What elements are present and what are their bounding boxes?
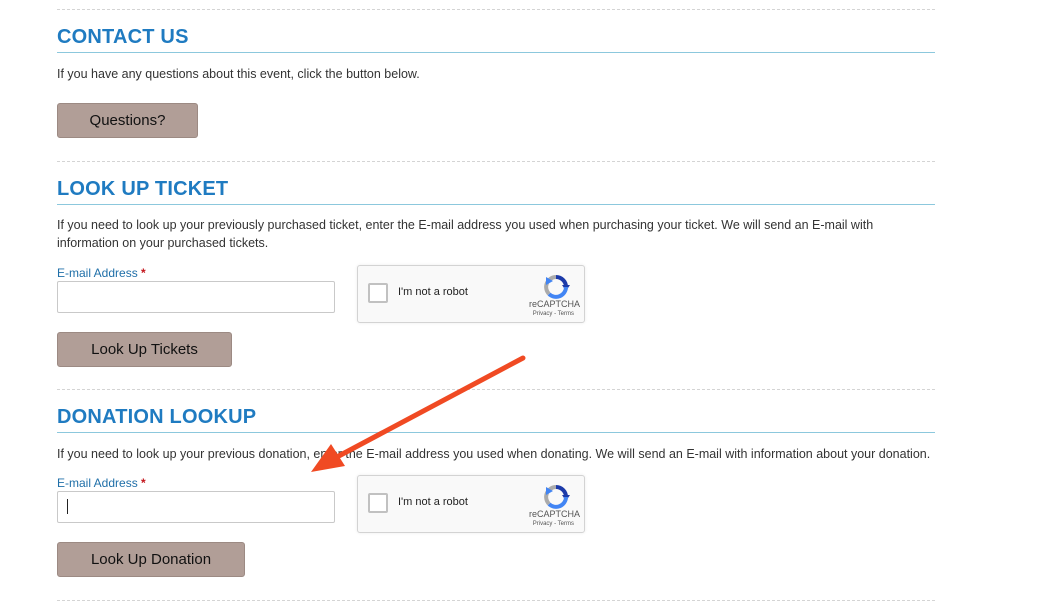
look-up-tickets-button[interactable]: Look Up Tickets: [57, 332, 232, 367]
recaptcha-checkbox[interactable]: [368, 493, 388, 513]
recaptcha-terms-link[interactable]: Privacy - Terms: [533, 521, 574, 527]
recaptcha-logo-icon: [544, 275, 570, 299]
section-divider: [57, 9, 935, 10]
required-marker: *: [141, 266, 146, 280]
contact-heading: CONTACT US: [57, 26, 935, 53]
recaptcha-label: I'm not a robot: [398, 496, 468, 508]
recaptcha-brand: reCAPTCHA: [528, 299, 580, 309]
recaptcha-label: I'm not a robot: [398, 286, 468, 298]
ticket-email-label: E-mail Address *: [57, 266, 146, 280]
required-marker: *: [141, 476, 146, 490]
donation-email-field-wrapper: [57, 491, 335, 523]
donation-recaptcha-widget: I'm not a robot reCAPTCHA Privacy - Term…: [357, 475, 585, 533]
ticket-recaptcha-widget: I'm not a robot reCAPTCHA Privacy - Term…: [357, 265, 585, 323]
contact-description: If you have any questions about this eve…: [57, 67, 420, 81]
section-divider: [57, 600, 935, 601]
recaptcha-logo-icon: [544, 485, 570, 509]
questions-button[interactable]: Questions?: [57, 103, 198, 138]
recaptcha-terms-link[interactable]: Privacy - Terms: [533, 311, 574, 317]
section-divider: [57, 389, 935, 390]
lookup-ticket-heading: LOOK UP TICKET: [57, 178, 935, 205]
donation-lookup-heading: DONATION LOOKUP: [57, 406, 935, 433]
look-up-donation-button[interactable]: Look Up Donation: [57, 542, 245, 577]
recaptcha-brand: reCAPTCHA: [528, 509, 580, 519]
donation-email-label: E-mail Address *: [57, 476, 146, 490]
recaptcha-checkbox[interactable]: [368, 283, 388, 303]
donation-lookup-description: If you need to look up your previous don…: [57, 447, 931, 461]
ticket-email-input[interactable]: [57, 281, 335, 313]
lookup-ticket-description: If you need to look up your previously p…: [57, 218, 874, 250]
section-divider: [57, 161, 935, 162]
donation-email-input[interactable]: [57, 491, 335, 523]
text-cursor: [67, 499, 68, 514]
